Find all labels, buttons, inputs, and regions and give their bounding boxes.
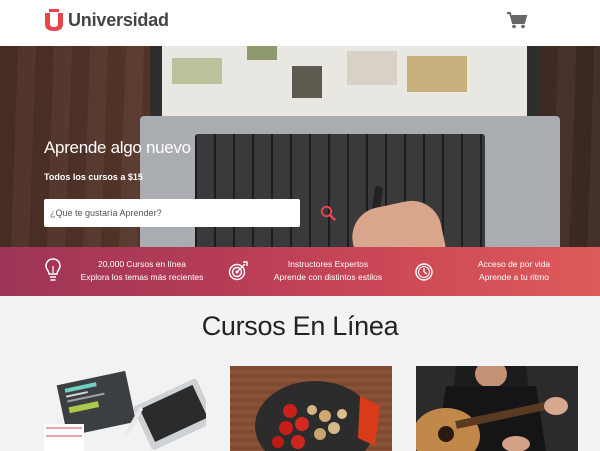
feature-online-courses: 20,000 Cursos en línea Explora los temas… (72, 258, 212, 284)
feature-line1: Acceso de por vida (477, 259, 551, 269)
course-image-food (230, 366, 392, 451)
course-card-food[interactable] (230, 366, 392, 451)
feature-expert-instructors: Instructores Expertos Aprende con distin… (258, 258, 398, 284)
feature-line2: Explora los temas más recientes (80, 272, 204, 282)
course-image-desk (44, 366, 206, 451)
clock-icon (415, 263, 433, 281)
search-icon[interactable] (320, 205, 336, 221)
hero-subtitle: Todos los cursos a $15 (44, 172, 143, 182)
feature-line1: 20,000 Cursos en línea (98, 259, 186, 269)
hero-title: Aprende algo nuevo (44, 138, 191, 157)
feature-line2: Aprende con distintos estilos (273, 272, 383, 282)
target-icon (228, 261, 248, 281)
cart-icon[interactable] (506, 11, 528, 29)
course-image-guitar (416, 366, 578, 451)
hero-banner: Aprende algo nuevo Todos los cursos a $1… (0, 46, 600, 247)
site-header: Universidad (0, 0, 600, 46)
search-input[interactable] (44, 199, 269, 227)
search-box (44, 199, 336, 227)
lightbulb-icon (45, 258, 61, 281)
logo-mark-icon (45, 9, 63, 31)
features-band: 20,000 Cursos en línea Explora los temas… (0, 247, 600, 296)
course-card-guitar[interactable] (416, 366, 578, 451)
feature-lifetime-access: Acceso de por vida Aprende a tu ritmo (444, 258, 584, 284)
feature-line2: Aprende a tu ritmo (479, 272, 549, 282)
logo-text: Universidad (68, 10, 169, 30)
section-title: Cursos En Línea (201, 311, 399, 341)
course-card-desk[interactable] (44, 366, 206, 451)
logo[interactable]: Universidad (43, 9, 169, 32)
feature-line1: Instructores Expertos (287, 259, 369, 269)
